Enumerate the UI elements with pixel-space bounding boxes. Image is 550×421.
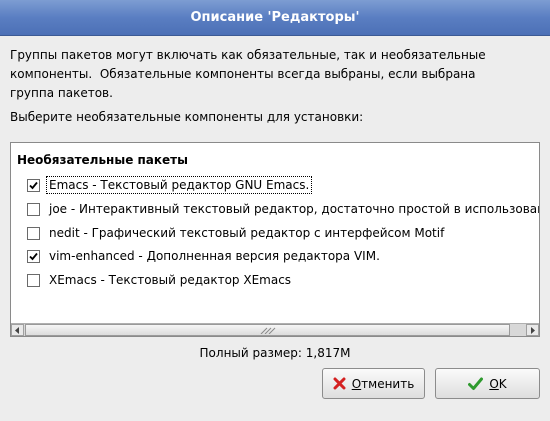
check-mark-icon: [29, 181, 38, 189]
cancel-button[interactable]: Отменить: [322, 368, 425, 399]
cancel-label-rest: тменить: [361, 376, 415, 391]
package-row-nedit[interactable]: nedit - Графический текстовый редактор с…: [27, 223, 446, 243]
horizontal-scrollbar[interactable]: [11, 323, 539, 336]
package-label[interactable]: joe - Интерактивный текстовый редактор, …: [47, 201, 539, 217]
arrow-left-icon: [15, 326, 19, 334]
cancel-mnemonic: О: [351, 376, 362, 391]
ok-mnemonic: O: [489, 376, 499, 391]
description-text: Группы пакетов могут включать как обязат…: [10, 46, 540, 103]
select-prompt: Выберите необязательные компоненты для у…: [10, 110, 364, 124]
package-label[interactable]: vim-enhanced - Дополненная версия редакт…: [47, 248, 382, 264]
package-label[interactable]: Emacs - Текстовый редактор GNU Emacs.: [45, 176, 313, 194]
window-title: Описание 'Редакторы': [190, 10, 360, 25]
description-line: Группы пакетов могут включать как обязат…: [10, 48, 486, 62]
package-label[interactable]: XEmacs - Текстовый редактор XEmacs: [47, 272, 293, 288]
checkbox[interactable]: [27, 226, 40, 240]
package-label[interactable]: nedit - Графический текстовый редактор с…: [47, 225, 446, 241]
optional-packages-list[interactable]: Необязательные пакеты Emacs - Текстовый …: [10, 142, 540, 337]
package-row-joe[interactable]: joe - Интерактивный текстовый редактор, …: [27, 199, 539, 219]
grip-icon: [260, 327, 275, 334]
ok-label: OK: [489, 377, 506, 391]
cancel-label: Отменить: [352, 377, 415, 391]
checkbox[interactable]: [27, 202, 40, 216]
title-bar: Описание 'Редакторы': [0, 0, 550, 36]
checkbox[interactable]: [27, 273, 40, 287]
package-row-vim-enhanced[interactable]: vim-enhanced - Дополненная версия редакт…: [27, 246, 382, 266]
checkbox[interactable]: [27, 249, 40, 263]
package-row-xemacs[interactable]: XEmacs - Текстовый редактор XEmacs: [27, 270, 293, 290]
scroll-left-button[interactable]: [11, 324, 24, 336]
red-x-icon: [333, 377, 346, 390]
checkbox[interactable]: [27, 178, 40, 192]
description-line: компоненты. Обязательные компоненты всег…: [10, 67, 476, 81]
ok-label-rest: K: [498, 376, 507, 391]
ok-button[interactable]: OK: [435, 368, 540, 399]
scroll-right-button[interactable]: [526, 324, 539, 336]
arrow-right-icon: [531, 326, 535, 334]
list-header: Необязательные пакеты: [17, 153, 188, 167]
total-size: Полный размер: 1,817M: [199, 346, 351, 360]
package-row-emacs[interactable]: Emacs - Текстовый редактор GNU Emacs.: [27, 175, 313, 195]
green-check-icon: [468, 377, 484, 391]
description-line: группа пакетов.: [10, 86, 113, 100]
scroll-thumb[interactable]: [25, 324, 510, 336]
check-mark-icon: [29, 252, 38, 260]
